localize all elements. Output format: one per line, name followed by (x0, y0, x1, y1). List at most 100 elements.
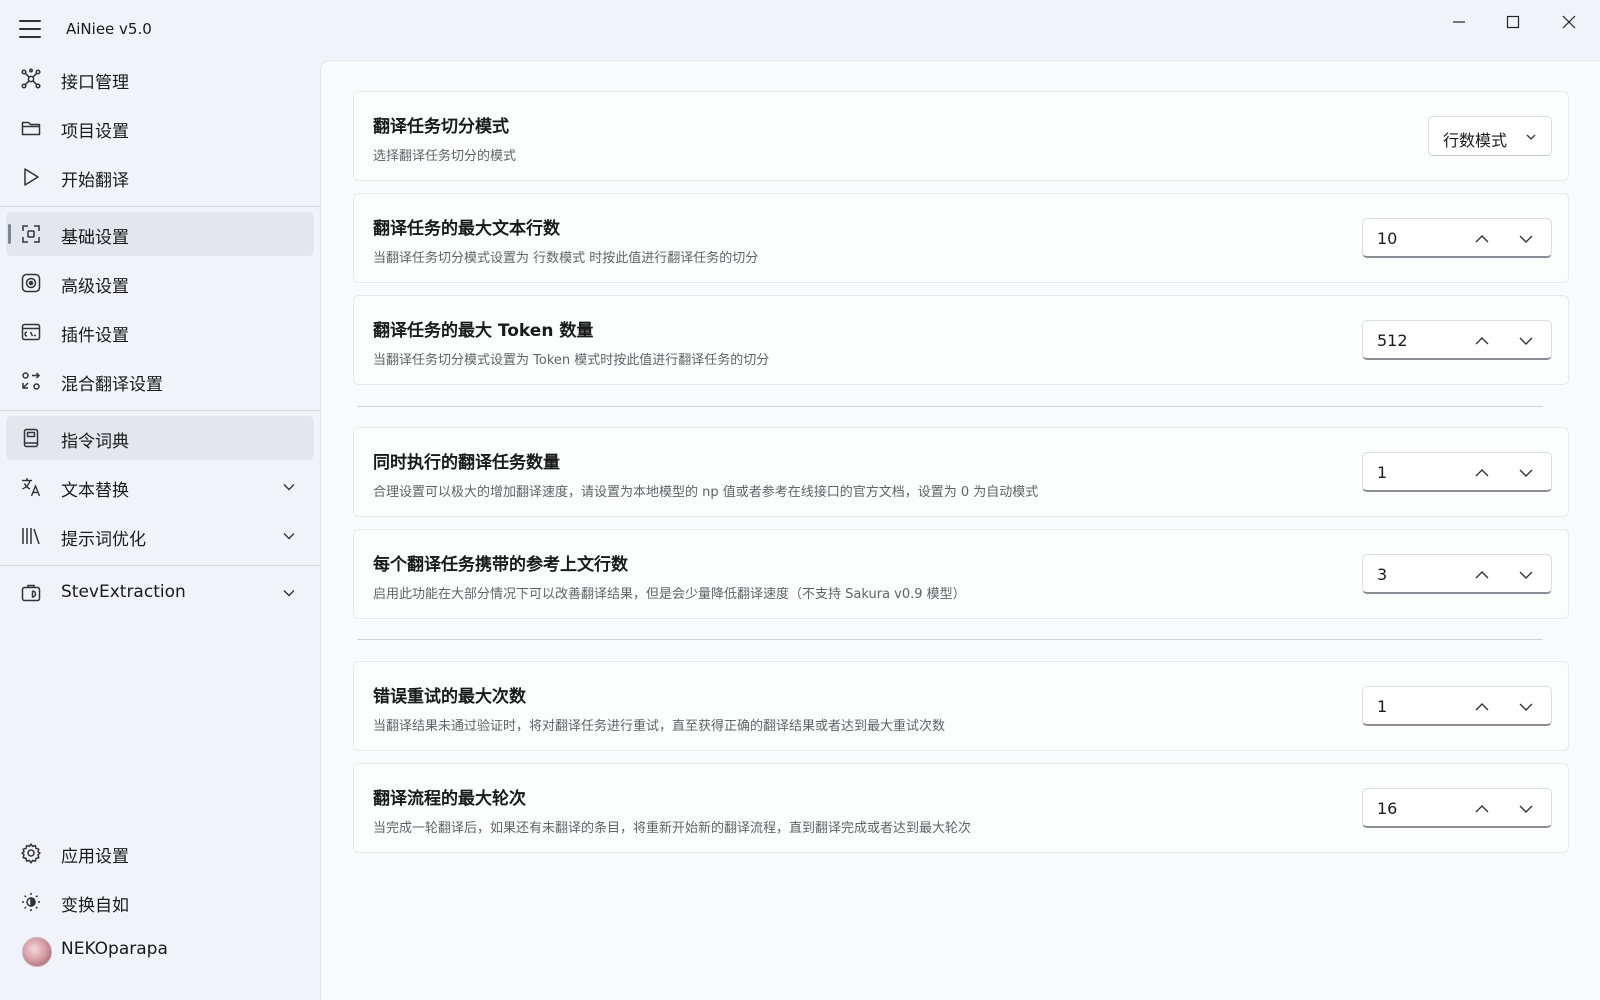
setting-description: 启用此功能在大部分情况下可以改善翻译结果，但是会少量降低翻译速度（不支持 Sak… (373, 587, 966, 602)
sidebar-item-label: 变换自如 (61, 896, 129, 916)
spinbox-value[interactable]: 1 (1377, 697, 1387, 716)
decrement-button[interactable] (1511, 563, 1541, 587)
max-retries-spinbox[interactable]: 1 (1362, 686, 1552, 726)
setting-card-concurrency: 同时执行的翻译任务数量 合理设置可以极大的增加翻译速度，请设置为本地模型的 np… (353, 427, 1569, 517)
setting-description: 合理设置可以极大的增加翻译速度，请设置为本地模型的 np 值或者参考在线接口的官… (373, 485, 1039, 500)
sidebar-item-theme-toggle[interactable]: 变换自如 (6, 880, 314, 924)
sidebar-item-label: 文本替换 (61, 481, 129, 501)
shuffle-icon (20, 370, 42, 392)
chevron-down-icon[interactable] (282, 587, 296, 599)
menu-icon[interactable] (19, 20, 41, 38)
sidebar-item-app-settings[interactable]: 应用设置 (6, 831, 314, 875)
sidebar-item-instruction-dictionary[interactable]: 指令词典 (6, 416, 314, 460)
increment-button[interactable] (1467, 227, 1497, 251)
decrement-button[interactable] (1511, 227, 1541, 251)
decrement-button[interactable] (1511, 695, 1541, 719)
max-tokens-spinbox[interactable]: 512 (1362, 320, 1552, 360)
chevron-down-icon[interactable] (282, 530, 296, 542)
section-separator (357, 406, 1543, 407)
layout-icon (20, 223, 42, 245)
sidebar-item-basic-settings[interactable]: 基础设置 (6, 212, 314, 256)
settings-content: 翻译任务切分模式 选择翻译任务切分的模式 行数模式 翻译任务的最大文本行数 当翻… (320, 60, 1600, 1000)
spinbox-value[interactable]: 3 (1377, 565, 1387, 584)
title-bar: AiNiee v5.0 (0, 0, 1600, 60)
sidebar-item-mixed-translation-settings[interactable]: 混合翻译设置 (6, 359, 314, 403)
spinbox-value[interactable]: 1 (1377, 463, 1387, 482)
sidebar-divider (0, 410, 320, 411)
setting-card-context-lines: 每个翻译任务携带的参考上文行数 启用此功能在大部分情况下可以改善翻译结果，但是会… (353, 529, 1569, 619)
sidebar-item-advanced-settings[interactable]: 高级设置 (6, 261, 314, 305)
max-lines-spinbox[interactable]: 10 (1362, 218, 1552, 258)
section-separator (357, 639, 1543, 640)
terminal-icon (20, 321, 42, 343)
chevron-up-icon (1475, 571, 1489, 579)
sidebar: 接口管理 项目设置 开始翻译 基础设置 高级设置 插件设置 混合翻译设置 指令词… (0, 55, 320, 1000)
setting-title: 翻译任务的最大 Token 数量 (373, 321, 594, 341)
chevron-down-icon (1519, 571, 1533, 579)
play-icon (20, 166, 42, 188)
setting-title: 翻译任务切分模式 (373, 117, 509, 137)
split-mode-dropdown[interactable]: 行数模式 (1428, 116, 1552, 156)
sidebar-item-label: 提示词优化 (61, 530, 146, 550)
chevron-down-icon (1519, 235, 1533, 243)
sidebar-item-label: 插件设置 (61, 326, 129, 346)
increment-button[interactable] (1467, 329, 1497, 353)
chevron-down-icon[interactable] (282, 481, 296, 493)
setting-card-split-mode: 翻译任务切分模式 选择翻译任务切分的模式 行数模式 (353, 91, 1569, 181)
max-rounds-spinbox[interactable]: 16 (1362, 788, 1552, 828)
decrement-button[interactable] (1511, 797, 1541, 821)
increment-button[interactable] (1467, 461, 1497, 485)
translate-icon (20, 476, 42, 498)
context-lines-spinbox[interactable]: 3 (1362, 554, 1552, 594)
setting-title: 同时执行的翻译任务数量 (373, 453, 560, 473)
sidebar-item-stevextraction[interactable]: StevExtraction (6, 571, 314, 615)
setting-title: 翻译流程的最大轮次 (373, 789, 526, 809)
chevron-down-icon (1526, 134, 1536, 140)
sidebar-item-user-profile[interactable]: NEKOparapa (6, 928, 314, 972)
sidebar-divider (0, 565, 320, 566)
decrement-button[interactable] (1511, 329, 1541, 353)
decrement-button[interactable] (1511, 461, 1541, 485)
chevron-down-icon (1519, 469, 1533, 477)
sidebar-item-text-replacement[interactable]: 文本替换 (6, 465, 314, 509)
increment-button[interactable] (1467, 797, 1497, 821)
sidebar-item-label: 开始翻译 (61, 171, 129, 191)
increment-button[interactable] (1467, 695, 1497, 719)
gear-icon (20, 842, 42, 864)
chevron-up-icon (1475, 469, 1489, 477)
book-icon (20, 427, 42, 449)
setting-card-max-tokens: 翻译任务的最大 Token 数量 当翻译任务切分模式设置为 Token 模式时按… (353, 295, 1569, 385)
sidebar-item-label: 指令词典 (61, 432, 129, 452)
sidebar-item-label: 应用设置 (61, 847, 129, 867)
user-name: NEKOparapa (61, 939, 168, 959)
increment-button[interactable] (1467, 563, 1497, 587)
spinbox-value[interactable]: 16 (1377, 799, 1397, 818)
spinbox-value[interactable]: 512 (1377, 331, 1408, 350)
setting-title: 翻译任务的最大文本行数 (373, 219, 560, 239)
chevron-down-icon (1519, 703, 1533, 711)
chevron-up-icon (1475, 703, 1489, 711)
setting-card-max-lines: 翻译任务的最大文本行数 当翻译任务切分模式设置为 行数模式 时按此值进行翻译任务… (353, 193, 1569, 283)
brightness-icon (20, 891, 42, 913)
sidebar-item-start-translation[interactable]: 开始翻译 (6, 155, 314, 199)
sidebar-item-project-settings[interactable]: 项目设置 (6, 106, 314, 150)
sidebar-item-plugin-settings[interactable]: 插件设置 (6, 310, 314, 354)
spinbox-value[interactable]: 10 (1377, 229, 1397, 248)
maximize-button[interactable] (1491, 8, 1535, 36)
sidebar-item-label: 高级设置 (61, 277, 129, 297)
sidebar-item-label: 混合翻译设置 (61, 375, 163, 395)
selection-indicator (8, 224, 11, 244)
sidebar-item-label: 接口管理 (61, 73, 129, 93)
close-button[interactable] (1547, 8, 1591, 36)
avatar (22, 937, 52, 967)
close-icon (1562, 15, 1576, 29)
minimize-button[interactable] (1437, 8, 1481, 36)
library-icon (20, 525, 42, 547)
concurrency-spinbox[interactable]: 1 (1362, 452, 1552, 492)
sidebar-item-prompt-optimization[interactable]: 提示词优化 (6, 514, 314, 558)
setting-description: 当翻译任务切分模式设置为 Token 模式时按此值进行翻译任务的切分 (373, 353, 770, 368)
folder-icon (20, 117, 42, 139)
target-icon (20, 272, 42, 294)
sidebar-item-api-management[interactable]: 接口管理 (6, 57, 314, 101)
tool-icon (20, 582, 42, 604)
